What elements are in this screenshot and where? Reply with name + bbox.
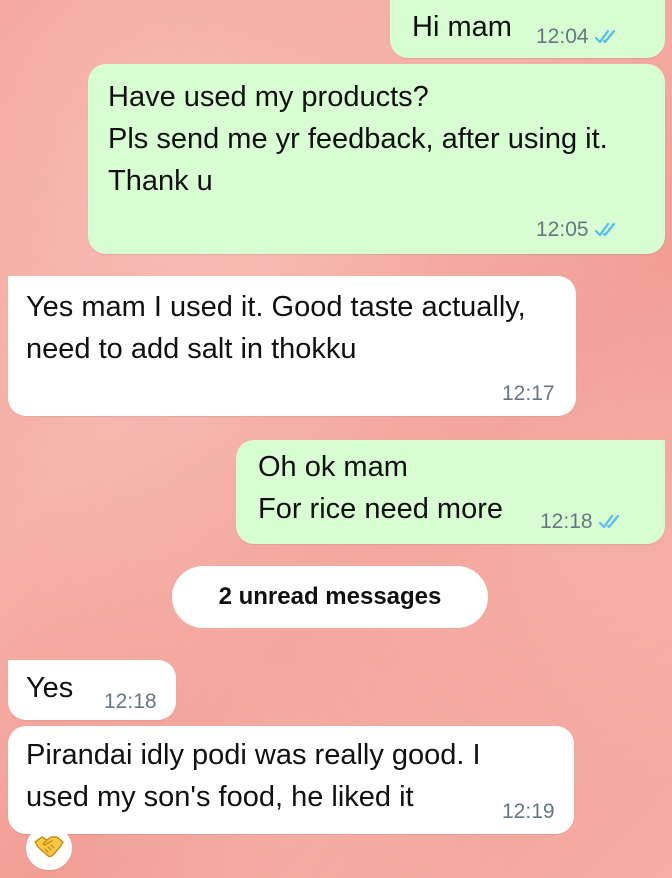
message-bubble-incoming[interactable]: Yes 12:18 [8,660,176,720]
message-time: 12:05 [536,218,589,241]
message-time: 12:19 [502,800,555,823]
message-bubble-outgoing[interactable]: Hi mam 12:04 [390,0,665,58]
message-bubble-incoming[interactable]: Yes mam I used it. Good taste actually, … [8,276,576,416]
message-time: 12:04 [536,25,589,48]
message-text: Yes [26,672,74,704]
message-time: 12:18 [104,690,157,713]
message-reaction[interactable] [26,826,72,870]
message-bubble-incoming[interactable]: Pirandai idly podi was really good. I us… [8,726,574,834]
message-time: 12:18 [540,510,593,533]
message-time: 12:17 [502,382,555,405]
chat-area[interactable]: Hi mam 12:04 Have used my products? Pls … [0,0,672,878]
message-text: Yes mam I used it. Good taste actually, … [26,291,526,365]
message-text: Have used my products? Pls send me yr fe… [108,81,608,197]
double-check-read-icon [598,513,625,531]
double-check-read-icon [594,221,621,239]
handshake-emoji-icon [33,832,65,865]
message-text: Pirandai idly podi was really good. I us… [26,739,481,813]
message-bubble-outgoing[interactable]: Have used my products? Pls send me yr fe… [88,64,665,254]
message-bubble-outgoing[interactable]: Oh ok mam For rice need more 12:18 [236,440,665,544]
message-text: Oh ok mam For rice need more [258,451,503,525]
message-text: Hi mam [412,11,512,43]
unread-messages-divider: 2 unread messages [172,566,488,628]
double-check-read-icon [594,28,621,46]
